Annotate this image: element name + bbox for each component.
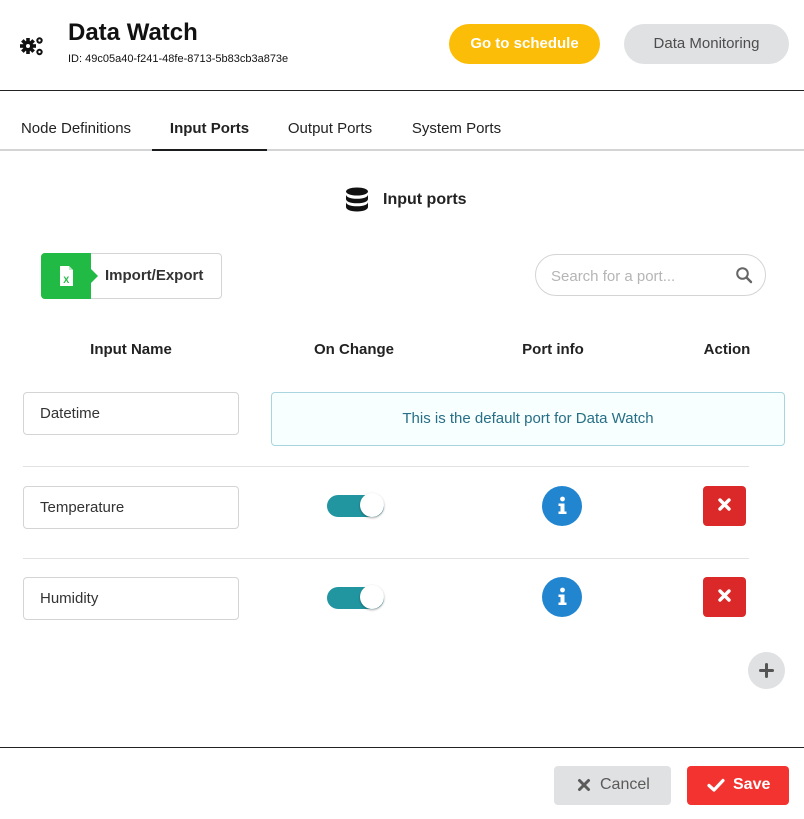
svg-text:X: X [63, 275, 69, 285]
import-export-button[interactable]: X Import/Export [41, 253, 222, 299]
cancel-label: Cancel [600, 776, 650, 793]
section-title: Input ports [345, 186, 467, 214]
delete-port-button[interactable] [703, 486, 746, 526]
column-header-action: Action [703, 341, 751, 358]
input-name-field[interactable] [23, 392, 239, 435]
excel-file-icon: X [41, 253, 98, 299]
on-change-toggle[interactable] [327, 585, 384, 609]
database-icon [346, 187, 368, 212]
search-input[interactable] [551, 265, 731, 287]
checkmark-icon [707, 778, 725, 792]
search-icon[interactable] [735, 266, 753, 284]
page-title: Data Watch [68, 19, 198, 46]
port-search [535, 254, 766, 296]
input-name-field[interactable] [23, 577, 239, 620]
row-divider [23, 558, 749, 559]
tab-system-ports[interactable]: System Ports [410, 110, 503, 151]
go-to-schedule-button[interactable]: Go to schedule [449, 24, 600, 64]
save-button[interactable]: Save [687, 766, 789, 805]
add-port-button[interactable] [748, 652, 785, 689]
section-title-label: Input ports [383, 191, 467, 208]
info-icon [558, 496, 567, 514]
node-id: ID: 49c05a40-f241-48fe-8713-5b83cb3a873e [68, 53, 289, 65]
tab-output-ports[interactable]: Output Ports [284, 110, 376, 151]
default-port-message: This is the default port for Data Watch [271, 392, 785, 446]
gears-icon [20, 37, 43, 56]
tab-bar: Node Definitions Input Ports Output Port… [0, 110, 804, 151]
footer: Cancel Save [0, 747, 804, 819]
tab-node-definitions[interactable]: Node Definitions [17, 110, 135, 151]
info-icon [558, 587, 567, 605]
header: Data Watch ID: 49c05a40-f241-48fe-8713-5… [0, 0, 804, 91]
plus-icon [759, 663, 774, 678]
port-info-button[interactable] [542, 486, 582, 526]
cancel-button[interactable]: Cancel [554, 766, 671, 805]
column-header-port-info: Port info [522, 341, 584, 358]
import-export-label: Import/Export [105, 267, 204, 284]
tab-input-ports[interactable]: Input Ports [152, 110, 267, 151]
column-header-on-change: On Change [313, 341, 394, 358]
input-name-field[interactable] [23, 486, 239, 529]
close-icon [578, 779, 590, 791]
delete-port-button[interactable] [703, 577, 746, 617]
row-divider [23, 466, 749, 467]
close-icon [718, 589, 731, 602]
data-monitoring-button[interactable]: Data Monitoring [624, 24, 789, 64]
save-label: Save [733, 776, 771, 793]
port-info-button[interactable] [542, 577, 582, 617]
column-header-input-name: Input Name [90, 341, 172, 358]
close-icon [718, 498, 731, 511]
on-change-toggle[interactable] [327, 493, 384, 517]
